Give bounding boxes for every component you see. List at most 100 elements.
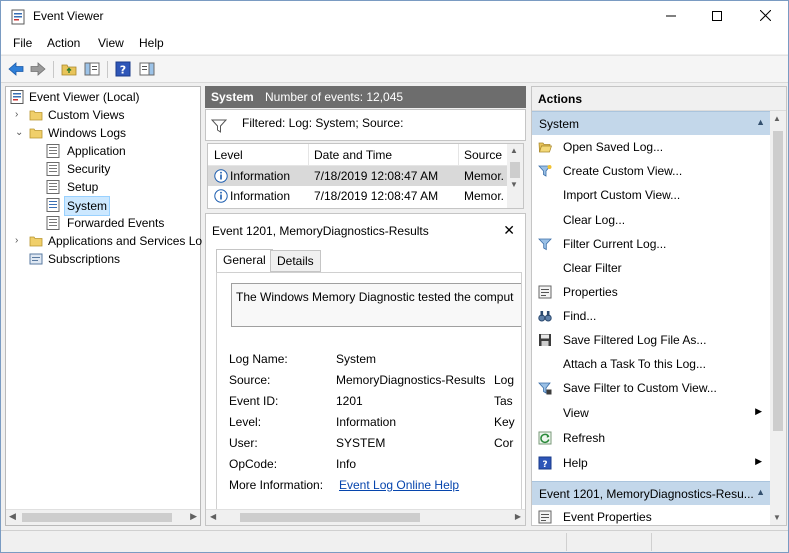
scroll-up-icon[interactable]: ▲ xyxy=(510,146,518,155)
actions-title-bar: Actions xyxy=(532,87,786,111)
properties-icon xyxy=(538,510,552,524)
folder-icon xyxy=(29,110,43,121)
funnel-star-icon xyxy=(538,165,552,177)
close-button[interactable] xyxy=(742,1,788,32)
menu-file[interactable]: File xyxy=(13,36,32,50)
tab-general[interactable]: General xyxy=(216,249,273,273)
action-attach-task[interactable]: Attach a Task To this Log... xyxy=(532,352,770,376)
actions-vertical-scrollbar[interactable]: ▲ ▼ xyxy=(770,111,786,525)
collapse-up-icon[interactable]: ▲ xyxy=(756,117,765,127)
refresh-icon xyxy=(538,431,552,445)
prop-value: System xyxy=(336,352,377,366)
log-header: System Number of events: 12,045 xyxy=(205,86,526,108)
tree-horizontal-scrollbar[interactable]: ◀ ▶ xyxy=(6,509,200,525)
event-viewer-app-icon xyxy=(11,9,25,25)
section-label: System xyxy=(539,117,580,131)
chevron-right-icon[interactable]: › xyxy=(15,106,25,124)
filter-bar: Filtered: Log: System; Source: xyxy=(205,109,526,141)
scroll-right-icon[interactable]: ▶ xyxy=(515,512,521,521)
toolbar-separator xyxy=(53,61,54,78)
action-create-custom-view[interactable]: Create Custom View... xyxy=(532,159,770,183)
actions-section-event[interactable]: Event 1201, MemoryDiagnostics-Resu... ▲ xyxy=(532,481,770,505)
scroll-down-icon[interactable]: ▼ xyxy=(510,180,518,189)
status-divider xyxy=(651,533,652,551)
scroll-up-icon[interactable]: ▲ xyxy=(773,114,781,123)
menu-action[interactable]: Action xyxy=(47,36,80,50)
tab-details[interactable]: Details xyxy=(270,250,321,272)
column-divider[interactable] xyxy=(458,144,459,166)
subscriptions-icon xyxy=(29,253,43,265)
scroll-left-icon[interactable]: ◀ xyxy=(210,512,216,521)
up-folder-icon[interactable] xyxy=(60,60,78,78)
action-save-filtered-log[interactable]: Save Filtered Log File As... xyxy=(532,328,770,352)
event-row[interactable]: Information 7/18/2019 12:08:47 AM Memor. xyxy=(208,186,509,206)
chevron-down-icon[interactable]: ⌄ xyxy=(15,124,25,142)
action-open-saved-log[interactable]: Open Saved Log... xyxy=(532,135,770,159)
scroll-left-icon[interactable]: ◀ xyxy=(9,511,16,522)
actions-section-system[interactable]: System ▲ xyxy=(532,111,770,135)
scroll-right-icon[interactable]: ▶ xyxy=(190,511,197,522)
event-list-header: Level Date and Time Source xyxy=(208,144,509,166)
action-filter-current-log[interactable]: Filter Current Log... xyxy=(532,232,770,256)
action-label: Refresh xyxy=(563,431,606,445)
prop-secondary-label: Tas xyxy=(494,394,513,408)
prop-secondary-label: Cor xyxy=(494,436,514,450)
funnel-save-icon xyxy=(538,382,552,395)
scroll-thumb[interactable] xyxy=(240,513,420,522)
scroll-thumb[interactable] xyxy=(773,131,783,431)
help-icon: ? xyxy=(538,456,552,470)
action-view[interactable]: View ▶ xyxy=(532,401,770,425)
prop-label: Event ID: xyxy=(229,394,279,408)
action-label: Help xyxy=(563,456,588,470)
help-icon[interactable]: ? xyxy=(114,60,132,78)
minimize-button[interactable] xyxy=(648,1,694,32)
action-clear-log[interactable]: Clear Log... xyxy=(532,208,770,232)
column-level[interactable]: Level xyxy=(214,148,243,162)
tree-label-selected: System xyxy=(64,196,111,216)
scroll-thumb[interactable] xyxy=(22,513,172,522)
tree-label: Subscriptions xyxy=(48,252,121,266)
action-properties[interactable]: Properties xyxy=(532,280,770,304)
maximize-button[interactable] xyxy=(694,1,740,32)
prop-label: OpCode: xyxy=(229,457,278,471)
chevron-right-icon[interactable]: › xyxy=(15,232,25,250)
scroll-down-icon[interactable]: ▼ xyxy=(773,513,781,522)
column-source[interactable]: Source xyxy=(464,148,502,162)
tree-label: Setup xyxy=(67,180,99,194)
prop-label: Level: xyxy=(229,415,262,429)
action-event-properties[interactable]: Event Properties xyxy=(532,505,770,525)
collapse-up-icon[interactable]: ▲ xyxy=(756,487,765,497)
properties-icon xyxy=(538,285,552,299)
event-row[interactable]: Information 7/18/2019 12:08:47 AM Memor. xyxy=(208,166,509,186)
action-import-custom-view[interactable]: Import Custom View... xyxy=(532,183,770,207)
prop-label: Log Name: xyxy=(229,352,288,366)
action-refresh[interactable]: Refresh xyxy=(532,426,770,450)
event-description[interactable]: The Windows Memory Diagnostic tested the… xyxy=(231,283,521,327)
show-action-pane-icon[interactable] xyxy=(138,60,156,78)
menu-help[interactable]: Help xyxy=(139,36,164,50)
information-icon xyxy=(214,169,228,183)
detail-horizontal-scrollbar[interactable]: ◀ ▶ xyxy=(206,509,525,525)
prop-value: Information xyxy=(336,415,397,429)
action-find[interactable]: Find... xyxy=(532,304,770,328)
scroll-thumb[interactable] xyxy=(510,162,520,178)
action-help[interactable]: ? Help ▶ xyxy=(532,451,770,475)
event-list-vertical-scrollbar[interactable]: ▲ ▼ xyxy=(507,144,523,208)
action-label: Save Filter to Custom View... xyxy=(563,381,717,395)
show-hide-tree-icon[interactable] xyxy=(83,60,101,78)
action-clear-filter[interactable]: Clear Filter xyxy=(532,256,770,280)
column-divider[interactable] xyxy=(308,144,309,166)
maximize-icon xyxy=(712,11,722,21)
action-label: Create Custom View... xyxy=(563,164,683,178)
actions-pane: Actions System ▲ Open Saved Log... Creat… xyxy=(531,86,787,526)
forward-arrow-icon[interactable] xyxy=(29,60,47,78)
title-bar: Event Viewer xyxy=(1,1,788,32)
column-date-time[interactable]: Date and Time xyxy=(314,148,392,162)
back-arrow-icon[interactable] xyxy=(7,60,25,78)
event-log-help-link[interactable]: Event Log Online Help xyxy=(339,478,459,492)
action-save-filter-custom-view[interactable]: Save Filter to Custom View... xyxy=(532,376,770,400)
binoculars-icon xyxy=(538,311,552,322)
close-detail-icon[interactable]: ✕ xyxy=(503,222,515,239)
menu-view[interactable]: View xyxy=(98,36,124,50)
action-label: Event Properties xyxy=(563,510,652,524)
